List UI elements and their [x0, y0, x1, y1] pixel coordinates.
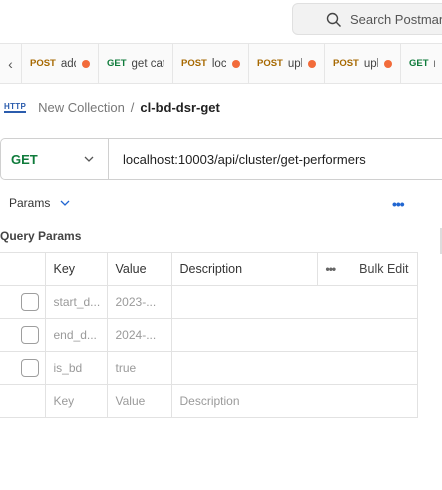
tab-title: get cat — [131, 57, 164, 70]
header-key: Key — [44, 252, 108, 286]
key-input[interactable]: Key — [44, 384, 108, 418]
enable-checkbox[interactable] — [21, 359, 39, 377]
param-description[interactable] — [170, 285, 418, 319]
tab-method: POST — [181, 58, 207, 69]
tab-request[interactable]: POST upl — [249, 43, 325, 84]
table-row: is_bd true — [0, 351, 418, 385]
tab-title: loc — [211, 57, 226, 70]
table-row-empty: Key Value Description — [0, 384, 418, 418]
header-checkbox-cell — [0, 252, 46, 286]
method-select[interactable]: GET — [1, 139, 109, 179]
tab-request[interactable]: POST loc — [173, 43, 249, 84]
chevron-down-icon[interactable] — [60, 200, 70, 206]
tab-request[interactable]: POST upl — [325, 43, 401, 84]
checkbox-cell — [0, 384, 46, 418]
param-description[interactable] — [170, 351, 418, 385]
param-value[interactable]: 2023-... — [106, 285, 172, 319]
postman-window: Search Postman ‹ POST add GET get cat PO… — [0, 0, 442, 490]
param-value[interactable]: true — [106, 351, 172, 385]
search-placeholder: Search Postman — [350, 11, 442, 27]
header-description: Description — [170, 252, 317, 286]
tab-method: POST — [257, 58, 283, 69]
tab-request[interactable]: POST add — [22, 43, 99, 84]
chevron-down-icon — [84, 156, 94, 162]
unsaved-dot-icon — [232, 59, 240, 68]
table-row: start_d... 2023-... — [0, 285, 418, 319]
top-bar: Search Postman — [0, 0, 442, 42]
tab-method: GET — [107, 58, 127, 69]
table-row: end_d... 2024-... — [0, 318, 418, 352]
params-header: Params ••• — [0, 193, 442, 213]
unsaved-dot-icon — [308, 59, 316, 68]
table-header-row: Key Value Description ••• Bulk Edit — [0, 252, 418, 286]
url-input[interactable]: localhost:10003/api/cluster/get-performe… — [109, 152, 366, 167]
tab-request[interactable]: GET m — [401, 44, 442, 84]
checkbox-cell — [0, 351, 46, 385]
unsaved-dot-icon — [384, 59, 392, 68]
unsaved-dot-icon — [82, 59, 90, 68]
checkbox-cell — [0, 285, 46, 319]
param-key[interactable]: start_d... — [44, 285, 108, 319]
tab-request[interactable]: GET get cat — [99, 43, 173, 84]
query-params-table: Key Value Description ••• Bulk Edit star… — [0, 252, 418, 418]
description-input[interactable]: Description — [170, 384, 418, 418]
search-box[interactable]: Search Postman — [292, 3, 442, 35]
more-options-icon[interactable]: ••• — [392, 196, 405, 212]
bulk-edit-button[interactable]: Bulk Edit — [359, 262, 408, 276]
method-label: GET — [11, 151, 38, 167]
tab-title: upl — [287, 57, 302, 70]
enable-checkbox[interactable] — [21, 293, 39, 311]
checkbox-cell — [0, 318, 46, 352]
breadcrumb-collection[interactable]: New Collection — [38, 100, 125, 115]
param-description[interactable] — [170, 318, 418, 352]
tab-title: upl — [363, 57, 378, 70]
url-bar: GET localhost:10003/api/cluster/get-perf… — [0, 138, 442, 180]
param-key[interactable]: end_d... — [44, 318, 108, 352]
param-key[interactable]: is_bd — [44, 351, 108, 385]
breadcrumb-separator: / — [130, 99, 135, 115]
enable-checkbox[interactable] — [21, 326, 39, 344]
request-name[interactable]: cl-bd-dsr-get — [140, 100, 219, 115]
tab-method: GET — [409, 58, 429, 69]
tab-method: POST — [333, 58, 359, 69]
request-tabs: ‹ POST add GET get cat POST loc POST upl… — [0, 43, 442, 84]
more-icon[interactable]: ••• — [326, 262, 337, 276]
param-value[interactable]: 2024-... — [106, 318, 172, 352]
value-input[interactable]: Value — [106, 384, 172, 418]
http-icon: HTTP — [4, 101, 27, 113]
header-value: Value — [106, 252, 172, 286]
search-icon — [326, 12, 341, 27]
tab-title: add — [60, 57, 76, 70]
breadcrumb: HTTP New Collection / cl-bd-dsr-get — [4, 96, 220, 118]
tabs-scroll-left-icon[interactable]: ‹ — [0, 43, 22, 84]
query-params-title: Query Params — [0, 229, 82, 243]
header-bulk-edit: ••• Bulk Edit — [316, 252, 418, 286]
params-tab[interactable]: Params — [9, 196, 50, 210]
tab-method: POST — [30, 58, 56, 69]
